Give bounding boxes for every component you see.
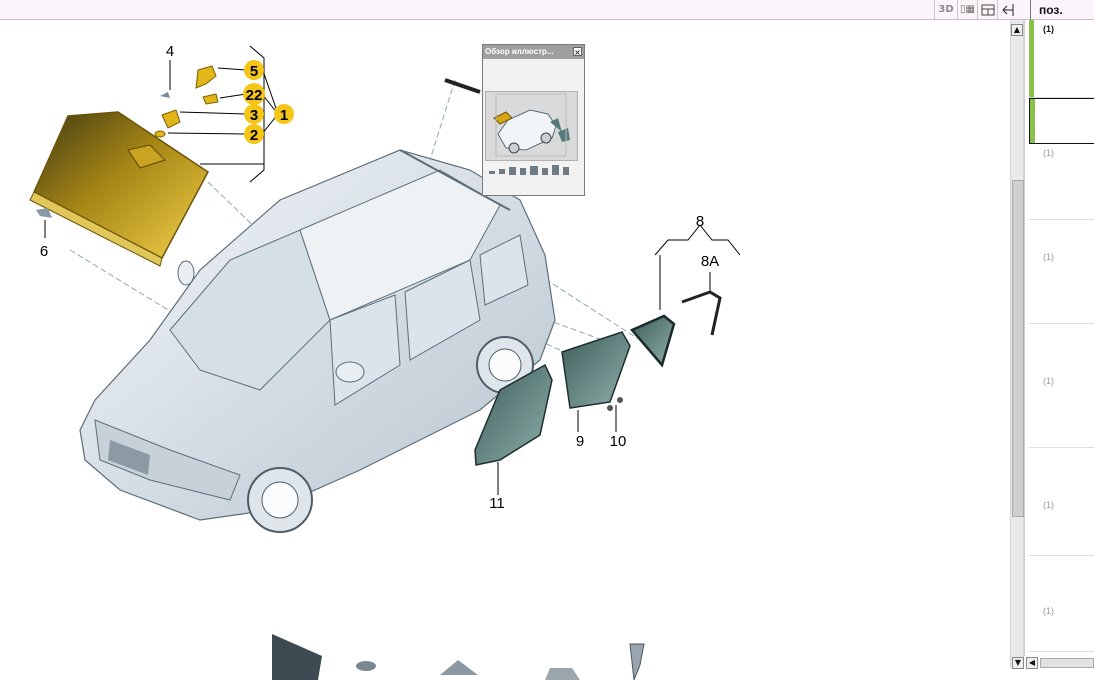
label-4[interactable]: 4 <box>166 43 174 60</box>
callout-5[interactable]: 5 <box>250 63 258 80</box>
scrollbar-thumb[interactable] <box>1012 180 1024 517</box>
list-item[interactable]: (1) <box>1029 20 1094 98</box>
label-8a[interactable]: 8A <box>701 253 719 270</box>
overview-popup-title[interactable]: Обзор иллюстр... × <box>483 45 584 59</box>
view-buttons: 3D ▯▦ <box>934 0 1017 20</box>
overview-parts-strip <box>489 165 569 175</box>
quarter-window-8[interactable] <box>629 314 676 368</box>
list-item[interactable]: (1) <box>1029 496 1094 556</box>
callout-3[interactable]: 3 <box>250 107 258 124</box>
list-item[interactable]: (1) <box>1029 602 1094 652</box>
close-icon[interactable]: × <box>573 47 582 57</box>
window-icon[interactable] <box>977 0 997 19</box>
position-column-header: поз. <box>1030 0 1094 20</box>
row-label: (1) <box>1043 24 1054 34</box>
list-item[interactable]: (1) <box>1029 144 1094 220</box>
callout-2[interactable]: 2 <box>250 127 258 144</box>
scroll-left-arrow-icon[interactable]: ◀ <box>1026 657 1038 669</box>
selected-indicator <box>1029 20 1034 97</box>
label-8[interactable]: 8 <box>696 213 704 230</box>
row-label: (1) <box>1043 252 1054 262</box>
overview-popup-title-text: Обзор иллюстр... <box>485 47 554 56</box>
row-label: (1) <box>1043 148 1054 158</box>
quarter-seal-8a[interactable] <box>681 290 722 336</box>
rear-door-window-9[interactable] <box>561 331 631 409</box>
label-6[interactable]: 6 <box>40 243 48 260</box>
callout-1[interactable]: 1 <box>280 107 288 124</box>
label-9[interactable]: 9 <box>576 433 584 450</box>
scroll-down-arrow-icon[interactable]: ▼ <box>1012 657 1024 669</box>
position-list: (1) (1) (1) (1) (1) (1) <box>1024 20 1094 656</box>
overview-thumbnail[interactable] <box>485 91 578 161</box>
roof-strip <box>444 78 481 94</box>
row-label: (1) <box>1043 376 1054 386</box>
vertical-scrollbar[interactable]: ▲ <box>1010 20 1024 668</box>
frames-icon[interactable]: ▯▦ <box>957 0 977 19</box>
row-label: (1) <box>1043 500 1054 510</box>
parts-illustration[interactable]: 5 22 3 2 1 4 6 8 8A 9 10 11 Обзор иллюст… <box>0 20 1010 680</box>
back-arrow-icon[interactable] <box>997 0 1017 19</box>
list-item[interactable]: (1) <box>1029 248 1094 324</box>
selected-indicator <box>1030 99 1035 143</box>
label-11[interactable]: 11 <box>489 495 505 512</box>
horizontal-scroll-track[interactable] <box>1040 658 1094 668</box>
overview-popup[interactable]: Обзор иллюстр... × <box>482 44 585 196</box>
list-item[interactable]: (1) <box>1029 372 1094 448</box>
label-10[interactable]: 10 <box>610 433 627 450</box>
windshield[interactable] <box>29 111 209 267</box>
callout-22[interactable]: 22 <box>246 87 263 104</box>
top-toolbar: 3D ▯▦ поз. <box>0 0 1094 20</box>
bottom-parts-preview <box>272 634 645 680</box>
row-label: (1) <box>1043 606 1054 616</box>
list-item[interactable] <box>1029 98 1094 144</box>
scroll-up-arrow-icon[interactable]: ▲ <box>1011 24 1023 36</box>
3d-view-button[interactable]: 3D <box>934 0 957 19</box>
bottom-scroll-controls: ▼ ◀ <box>1010 656 1094 670</box>
